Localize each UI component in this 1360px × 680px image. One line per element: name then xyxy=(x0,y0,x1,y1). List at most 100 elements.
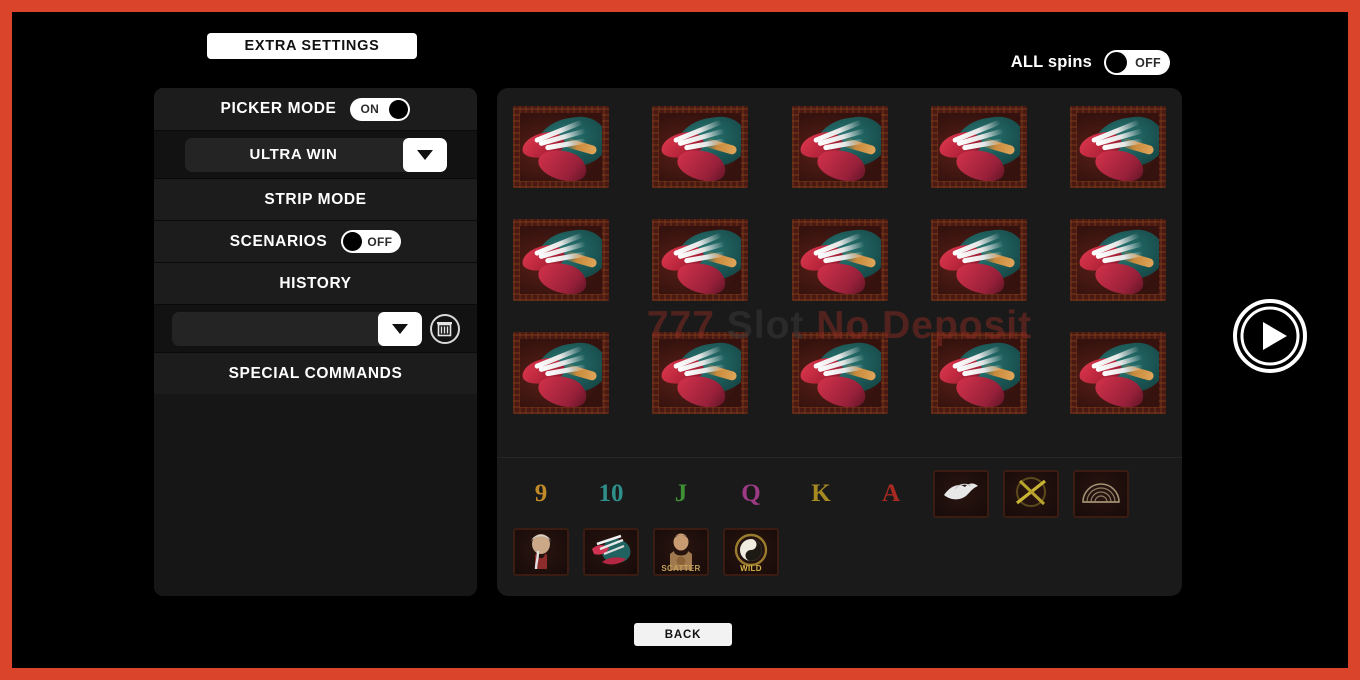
dragon-head-icon xyxy=(652,332,749,414)
strip-mode-row[interactable]: STRIP MODE xyxy=(154,178,477,220)
reel-cell[interactable] xyxy=(791,332,888,414)
symbol-j-text: J xyxy=(674,480,688,507)
reel-cell[interactable] xyxy=(513,219,609,301)
reel-cell[interactable] xyxy=(652,332,749,414)
dragon-head-icon xyxy=(588,533,634,572)
toggle-knob xyxy=(1106,52,1127,73)
reel-cell[interactable] xyxy=(652,106,749,188)
strip-mode-label: STRIP MODE xyxy=(264,190,367,208)
wild-label: WILD xyxy=(740,564,762,573)
fan-icon xyxy=(1080,478,1122,511)
all-spins-toggle[interactable]: OFF xyxy=(1104,50,1170,75)
symbol-fan[interactable] xyxy=(1073,470,1129,518)
special-commands-row[interactable]: SPECIAL COMMANDS xyxy=(154,352,477,394)
reel-cell[interactable] xyxy=(1070,106,1166,188)
reel-cell[interactable] xyxy=(1070,332,1166,414)
scenarios-state-text: OFF xyxy=(367,234,393,249)
symbol-wild[interactable]: WILD xyxy=(723,528,779,576)
symbol-k[interactable]: K xyxy=(793,470,849,518)
reel-cell[interactable] xyxy=(652,219,749,301)
picker-mode-select-value: ULTRA WIN xyxy=(249,146,338,163)
toggle-knob xyxy=(343,232,363,251)
symbol-palette: 9 10 J Q K A SCATTER WILD xyxy=(513,470,1166,586)
symbol-9-text: 9 xyxy=(534,480,548,507)
symbol-a-text: A xyxy=(881,480,901,507)
elder-icon xyxy=(520,530,562,574)
symbol-dragon[interactable] xyxy=(583,528,639,576)
bird-icon xyxy=(941,479,981,510)
reel-cell[interactable] xyxy=(791,219,888,301)
symbol-arrows[interactable] xyxy=(1003,470,1059,518)
dragon-head-icon xyxy=(513,219,609,301)
reel-cell[interactable] xyxy=(1070,219,1166,301)
symbol-10[interactable]: 10 xyxy=(583,470,639,518)
extra-settings-button[interactable]: EXTRA SETTINGS xyxy=(207,33,417,59)
dragon-head-icon xyxy=(791,219,888,301)
picker-mode-toggle[interactable]: ON xyxy=(350,97,411,121)
all-spins-control: ALL spins OFF xyxy=(1011,50,1170,75)
dragon-head-icon xyxy=(652,219,749,301)
symbol-j[interactable]: J xyxy=(653,470,709,518)
symbol-bird[interactable] xyxy=(933,470,989,518)
symbol-scatter[interactable]: SCATTER xyxy=(653,528,709,576)
settings-panel: PICKER MODE ON ULTRA WIN STRIP MODE SCEN… xyxy=(154,88,477,596)
chevron-down-icon[interactable] xyxy=(377,311,422,346)
scenarios-toggle[interactable]: OFF xyxy=(341,230,402,253)
picker-mode-label: PICKER MODE xyxy=(220,100,337,117)
back-button[interactable]: BACK xyxy=(634,623,732,646)
reel-row xyxy=(513,106,1166,188)
reel-row xyxy=(513,332,1166,414)
reel-cell[interactable] xyxy=(930,106,1027,188)
scenarios-label: SCENARIOS xyxy=(229,232,328,250)
dragon-head-icon xyxy=(513,106,609,188)
dragon-head-icon xyxy=(1070,219,1166,301)
symbol-9[interactable]: 9 xyxy=(513,470,569,518)
play-circle-icon[interactable] xyxy=(1232,298,1308,374)
dragon-head-icon xyxy=(1070,106,1166,188)
dragon-head-icon xyxy=(791,332,888,414)
dragon-head-icon xyxy=(1070,332,1166,414)
game-screen: EXTRA SETTINGS ALL spins OFF PICKER MODE… xyxy=(12,12,1348,668)
history-select-row xyxy=(154,304,477,352)
chevron-down-icon[interactable] xyxy=(402,137,447,172)
dragon-head-icon xyxy=(930,219,1027,301)
dragon-head-icon xyxy=(930,106,1027,188)
dragon-head-icon xyxy=(791,106,888,188)
dragon-head-icon xyxy=(930,332,1027,414)
toggle-knob xyxy=(389,99,409,119)
picker-select-row: ULTRA WIN xyxy=(154,130,477,178)
all-spins-state-text: OFF xyxy=(1135,55,1161,70)
picker-mode-select[interactable]: ULTRA WIN xyxy=(184,137,447,172)
scenarios-row[interactable]: SCENARIOS OFF xyxy=(154,220,477,262)
reel-cell[interactable] xyxy=(930,219,1027,301)
picker-mode-state-text: ON xyxy=(360,102,380,116)
special-commands-label: SPECIAL COMMANDS xyxy=(228,364,403,382)
history-select[interactable] xyxy=(171,311,422,346)
history-label: HISTORY xyxy=(279,274,352,292)
symbol-10-text: 10 xyxy=(598,480,624,507)
palette-divider xyxy=(497,457,1182,458)
history-row[interactable]: HISTORY xyxy=(154,262,477,304)
special-commands-body xyxy=(154,394,477,566)
picker-mode-row[interactable]: PICKER MODE ON xyxy=(154,88,477,130)
reel-grid xyxy=(497,88,1182,445)
reel-cell[interactable] xyxy=(791,106,888,188)
all-spins-label: ALL spins xyxy=(1010,53,1092,71)
reel-row xyxy=(513,219,1166,301)
reels-panel: 777 Slot No Deposit 9 10 J Q K A SCATTER… xyxy=(497,88,1182,596)
reel-cell[interactable] xyxy=(930,332,1027,414)
scatter-label: SCATTER xyxy=(661,564,701,573)
crossed-arrows-icon xyxy=(1011,476,1051,513)
symbol-q[interactable]: Q xyxy=(723,470,779,518)
symbol-k-text: K xyxy=(811,480,831,507)
symbol-elder[interactable] xyxy=(513,528,569,576)
symbol-a[interactable]: A xyxy=(863,470,919,518)
dragon-head-icon xyxy=(513,332,609,414)
reel-cell[interactable] xyxy=(513,106,609,188)
dragon-head-icon xyxy=(652,106,749,188)
palette-row-2: SCATTER WILD xyxy=(513,528,1166,576)
reel-cell[interactable] xyxy=(513,332,609,414)
palette-row-1: 9 10 J Q K A xyxy=(513,470,1166,518)
trash-icon[interactable] xyxy=(429,313,460,344)
symbol-q-text: Q xyxy=(741,480,761,507)
